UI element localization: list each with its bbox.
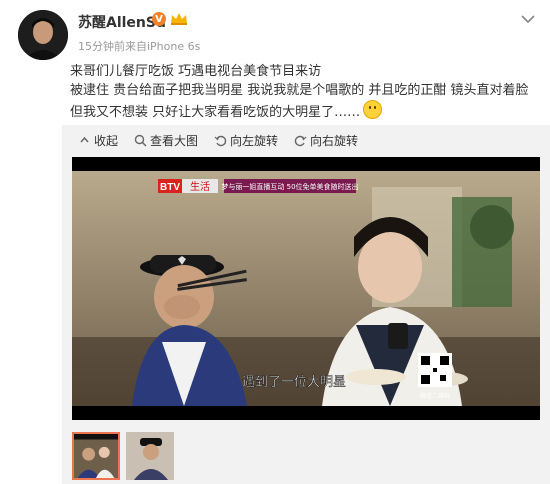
rotate-right-button[interactable]: 向右旋转 <box>294 132 358 149</box>
video-frame[interactable]: BTV 生活 梦与丽一姐直播互动 50位免单美食随时送出 遇到了一位大明星 微信… <box>72 157 540 420</box>
avatar-photo <box>18 10 68 60</box>
thumbnail-strip <box>72 432 174 480</box>
crown-icon[interactable] <box>170 12 188 26</box>
view-large-label: 查看大图 <box>150 134 199 148</box>
thumbnail-1[interactable] <box>72 432 120 480</box>
media-toolbar: 收起 查看大图 向左旋转 向右旋转 <box>78 132 358 149</box>
thumbnail-image <box>126 432 174 480</box>
thumbnail-image <box>74 434 118 478</box>
program-banner: 梦与丽一姐直播互动 50位免单美食随时送出 <box>221 182 358 191</box>
collapse-label: 收起 <box>94 134 119 148</box>
video-subtitle: 遇到了一位大明星 <box>242 375 346 390</box>
smile-emoji-icon <box>363 100 383 119</box>
chevron-down-icon[interactable] <box>520 14 536 24</box>
collapse-icon <box>80 136 89 143</box>
post-line: 但我又不想装 只好让大家看看吃饭的大明星了…… <box>70 100 540 122</box>
rotate-left-label: 向左旋转 <box>230 134 279 148</box>
post-text: 来哥们儿餐厅吃饭 巧遇电视台美食节目来访 被逮住 贵台给面子把我当明星 我说我就… <box>70 62 540 122</box>
rotate-left-icon <box>214 135 227 147</box>
rotate-left-button[interactable]: 向左旋转 <box>214 132 278 149</box>
post-meta: 15分钟前来自iPhone 6s <box>78 40 201 53</box>
qr-caption: 微信二维码 <box>420 392 450 400</box>
vip-badge-icon[interactable]: V <box>152 12 166 26</box>
program-label: 生活 <box>190 180 210 193</box>
rotate-right-label: 向右旋转 <box>310 134 359 148</box>
post-line: 来哥们儿餐厅吃饭 巧遇电视台美食节目来访 <box>70 64 322 79</box>
avatar[interactable] <box>18 10 68 60</box>
collapse-button[interactable]: 收起 <box>78 132 118 149</box>
view-large-button[interactable]: 查看大图 <box>134 132 198 149</box>
zoom-icon <box>134 134 147 147</box>
btv-logo: BTV <box>160 182 180 193</box>
post-line: 被逮住 贵台给面子把我当明星 我说我就是个唱歌的 并且吃的正酣 镜头直对着脸 <box>70 83 529 98</box>
video-image: BTV 生活 梦与丽一姐直播互动 50位免单美食随时送出 遇到了一位大明星 微信… <box>72 157 540 420</box>
rotate-right-icon <box>294 135 307 147</box>
thumbnail-2[interactable] <box>126 432 174 480</box>
